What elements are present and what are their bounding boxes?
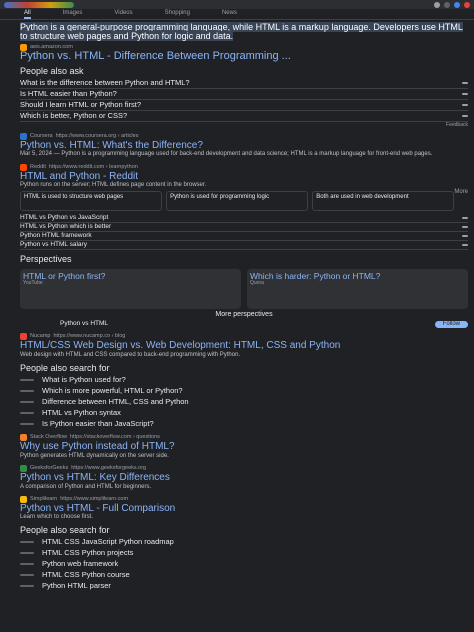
ai-overview: Python is a general-purpose programming … (20, 22, 468, 42)
perspective-card[interactable]: HTML or Python first? YouTube (20, 268, 241, 309)
related-search[interactable]: Difference between HTML, CSS and Python (20, 396, 468, 407)
paa-list: What is the difference between Python an… (20, 78, 468, 122)
related-search[interactable]: Python HTML parser (20, 581, 468, 592)
search-icon (20, 563, 34, 566)
coursera-favicon (20, 132, 27, 140)
result-title[interactable]: Python vs. HTML: What's the Difference? (20, 140, 468, 152)
avatar[interactable] (464, 1, 470, 8)
perspective-card[interactable]: Which is harder: Python or HTML? Quora (247, 268, 468, 309)
site-favicon (20, 465, 27, 473)
search-icon (20, 411, 34, 414)
sub-questions: HTML vs Python vs JavaScript HTML vs Pyt… (20, 214, 468, 251)
search-result: Stack Overflow https://stackoverflow.com… (20, 434, 468, 460)
site-favicon (20, 333, 27, 341)
search-icon (20, 400, 34, 403)
search-icon (20, 541, 34, 544)
chevron-down-icon (462, 81, 468, 84)
chevron-down-icon (462, 226, 468, 229)
search-icon (20, 552, 34, 555)
ai-headline: Python is a general-purpose programming … (20, 22, 463, 42)
search-icon (20, 585, 34, 588)
chevron-down-icon (462, 235, 468, 238)
chevron-down-icon (462, 244, 468, 247)
compare-card[interactable]: HTML is used to structure web pages (20, 191, 163, 212)
search-result: Nucamp https://www.nucamp.co › blog HTML… (20, 333, 468, 359)
compare-card[interactable]: Python is used for programming logic (166, 191, 309, 212)
related-search[interactable]: Is Python easier than JavaScript? (20, 418, 468, 429)
search-icon (20, 422, 34, 425)
top-bar (0, 0, 474, 9)
perspectives-row: HTML or Python first? YouTube Which is h… (20, 268, 468, 309)
result-title[interactable]: Python vs HTML - Full Comparison (20, 503, 468, 515)
perspective-author: Python vs HTML (60, 320, 109, 328)
related-search[interactable]: HTML CSS Python projects (20, 548, 468, 559)
search-result: Reddit https://www.reddit.com › learnpyt… (20, 163, 468, 196)
related-searches-2: HTML CSS JavaScript Python roadmap HTML … (20, 537, 468, 592)
sub-question[interactable]: Python HTML framework (20, 232, 468, 242)
more-perspectives[interactable]: More perspectives (20, 311, 468, 320)
apps-icon[interactable] (454, 1, 460, 8)
search-icon (20, 378, 34, 381)
result-title[interactable]: Python vs HTML: Key Differences (20, 473, 468, 484)
chevron-down-icon (462, 103, 468, 106)
top-link[interactable]: Python vs. HTML - Difference Between Pro… (20, 50, 468, 63)
compare-row: HTML is used to structure web pages Pyth… (20, 191, 455, 212)
lens-icon[interactable] (444, 1, 450, 8)
tab-videos[interactable]: Videos (114, 10, 132, 19)
follow-button[interactable]: Follow (434, 320, 468, 329)
google-logo[interactable] (4, 1, 74, 8)
reddit-favicon (20, 163, 27, 171)
search-icon (20, 574, 34, 577)
related-search[interactable]: Which is more powerful, HTML or Python? (20, 385, 468, 396)
more-link[interactable]: More (454, 189, 468, 197)
qlist-title: People also search for (20, 363, 110, 374)
related-searches: What is Python used for? Which is more p… (20, 374, 468, 429)
related-search[interactable]: HTML vs Python syntax (20, 407, 468, 418)
feedback-link[interactable]: Feedback (20, 122, 468, 128)
result-title[interactable]: HTML and Python - Reddit (20, 171, 468, 183)
qlist2-title: People also search for (20, 525, 110, 536)
related-search[interactable]: Python web framework (20, 559, 468, 570)
tab-all[interactable]: All (24, 10, 31, 19)
paa-item[interactable]: Which is better, Python or CSS? (20, 111, 468, 122)
search-result: Simplilearn https://www.simplilearn.com … (20, 495, 468, 522)
tab-images[interactable]: Images (63, 10, 83, 19)
chevron-down-icon (462, 92, 468, 95)
site-favicon (20, 434, 27, 442)
search-icon (20, 389, 34, 392)
perspectives-title: Perspectives (20, 254, 72, 265)
paa-item[interactable]: Should I learn HTML or Python first? (20, 100, 468, 111)
related-search[interactable]: HTML CSS Python course (20, 570, 468, 581)
mic-icon[interactable] (434, 1, 440, 8)
sub-question[interactable]: HTML vs Python which is better (20, 223, 468, 233)
search-result: GeeksforGeeks https://www.geeksforgeeks.… (20, 465, 468, 491)
result-title[interactable]: Why use Python instead of HTML? (20, 442, 468, 453)
search-tabs: All Images Videos Shopping News (0, 9, 474, 20)
result-title[interactable]: HTML/CSS Web Design vs. Web Development:… (20, 341, 468, 352)
paa-item[interactable]: Is HTML easier than Python? (20, 89, 468, 100)
chevron-down-icon (462, 217, 468, 220)
site-favicon (20, 495, 27, 503)
compare-card[interactable]: Both are used in web development (312, 191, 455, 212)
tab-shopping[interactable]: Shopping (165, 10, 190, 19)
paa-title: People also ask (20, 66, 84, 77)
related-search[interactable]: What is Python used for? (20, 374, 468, 385)
search-result: Coursera https://www.coursera.org › arti… (20, 132, 468, 159)
sub-question[interactable]: Python vs HTML salary (20, 241, 468, 251)
paa-item[interactable]: What is the difference between Python an… (20, 78, 468, 89)
tab-news[interactable]: News (222, 10, 237, 19)
chevron-down-icon (462, 114, 468, 117)
related-search[interactable]: HTML CSS JavaScript Python roadmap (20, 537, 468, 548)
perspective-follow-row: Python vs HTML Follow (20, 320, 468, 329)
sub-question[interactable]: HTML vs Python vs JavaScript (20, 214, 468, 224)
